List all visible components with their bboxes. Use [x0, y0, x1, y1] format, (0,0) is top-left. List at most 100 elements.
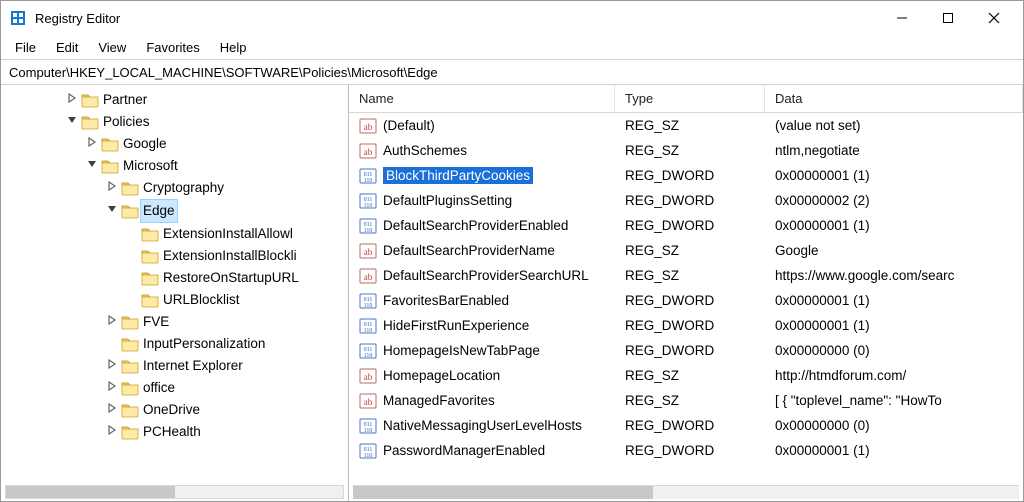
cell-type: REG_SZ — [615, 243, 765, 258]
expand-icon[interactable] — [105, 399, 119, 421]
column-header-data[interactable]: Data — [765, 85, 1023, 112]
list-row[interactable]: 011 110 HideFirstRunExperienceREG_DWORD0… — [349, 313, 1023, 338]
string-value-icon: ab — [359, 142, 377, 160]
folder-icon — [121, 358, 139, 374]
column-header-name[interactable]: Name — [349, 85, 615, 112]
folder-icon — [101, 136, 119, 152]
tree-item[interactable]: URLBlocklist — [1, 289, 348, 311]
tree-item[interactable]: Cryptography — [1, 177, 348, 199]
cell-data: Google — [765, 243, 1023, 258]
svg-text:ab: ab — [364, 372, 373, 382]
tree-item[interactable]: ExtensionInstallBlockli — [1, 245, 348, 267]
cell-data: 0x00000001 (1) — [765, 293, 1023, 308]
svg-text:110: 110 — [364, 178, 373, 184]
tree-item[interactable]: Policies — [1, 111, 348, 133]
folder-icon — [121, 203, 139, 219]
folder-icon — [81, 92, 99, 108]
tree-item-label: Internet Explorer — [143, 355, 243, 377]
list-row[interactable]: 011 110 DefaultPluginsSettingREG_DWORD0x… — [349, 188, 1023, 213]
tree-item[interactable]: Google — [1, 133, 348, 155]
list-row[interactable]: ab DefaultSearchProviderSearchURLREG_SZh… — [349, 263, 1023, 288]
list-body[interactable]: ab (Default)REG_SZ(value not set) ab Aut… — [349, 113, 1023, 485]
list-row[interactable]: 011 110 FavoritesBarEnabledREG_DWORD0x00… — [349, 288, 1023, 313]
expand-icon[interactable] — [105, 177, 119, 199]
tree[interactable]: Partner Policies Google Microsoft Crypto… — [1, 89, 348, 443]
tree-horizontal-scrollbar[interactable] — [5, 485, 344, 499]
cell-name: 011 110 DefaultSearchProviderEnabled — [349, 217, 615, 235]
window-title: Registry Editor — [35, 11, 879, 26]
tree-item[interactable]: Edge — [1, 199, 348, 223]
menu-bar: File Edit View Favorites Help — [1, 35, 1023, 59]
tree-item-label: Microsoft — [123, 155, 178, 177]
cell-type: REG_DWORD — [615, 168, 765, 183]
list-row[interactable]: ab DefaultSearchProviderName REG_SZGoogle — [349, 238, 1023, 263]
cell-type: REG_DWORD — [615, 443, 765, 458]
window-controls — [879, 3, 1017, 33]
list-header: Name Type Data — [349, 85, 1023, 113]
expand-icon[interactable] — [105, 377, 119, 399]
svg-text:ab: ab — [364, 147, 373, 157]
list-row[interactable]: ab HomepageLocationREG_SZhttp://htmdforu… — [349, 363, 1023, 388]
list-row[interactable]: ab (Default)REG_SZ(value not set) — [349, 113, 1023, 138]
menu-help[interactable]: Help — [210, 38, 257, 57]
list-row[interactable]: ab AuthSchemesREG_SZntlm,negotiate — [349, 138, 1023, 163]
value-name: DefaultSearchProviderName — [383, 243, 555, 258]
tree-item-label: URLBlocklist — [163, 289, 240, 311]
cell-name: ab ManagedFavorites — [349, 392, 615, 410]
tree-item[interactable]: Partner — [1, 89, 348, 111]
collapse-icon[interactable] — [65, 111, 79, 133]
svg-text:ab: ab — [364, 247, 373, 257]
maximize-button[interactable] — [925, 3, 971, 33]
list-horizontal-scrollbar[interactable] — [353, 485, 1019, 499]
menu-file[interactable]: File — [5, 38, 46, 57]
title-bar: Registry Editor — [1, 1, 1023, 35]
cell-data: 0x00000001 (1) — [765, 168, 1023, 183]
menu-favorites[interactable]: Favorites — [136, 38, 209, 57]
collapse-icon[interactable] — [85, 155, 99, 177]
expand-icon[interactable] — [105, 421, 119, 443]
string-value-icon: ab — [359, 267, 377, 285]
expand-icon[interactable] — [105, 355, 119, 377]
svg-text:110: 110 — [364, 453, 373, 459]
menu-view[interactable]: View — [88, 38, 136, 57]
minimize-button[interactable] — [879, 3, 925, 33]
tree-item[interactable]: Microsoft — [1, 155, 348, 177]
list-row[interactable]: 011 110 HomepageIsNewTabPageREG_DWORD0x0… — [349, 338, 1023, 363]
list-row[interactable]: 011 110 DefaultSearchProviderEnabledREG_… — [349, 213, 1023, 238]
list-row[interactable]: 011 110 NativeMessagingUserLevelHostsREG… — [349, 413, 1023, 438]
folder-icon — [121, 314, 139, 330]
close-button[interactable] — [971, 3, 1017, 33]
cell-name: ab DefaultSearchProviderSearchURL — [349, 267, 615, 285]
tree-item[interactable]: ExtensionInstallAllowl — [1, 223, 348, 245]
list-row[interactable]: ab ManagedFavoritesREG_SZ[ { "toplevel_n… — [349, 388, 1023, 413]
cell-name: 011 110 FavoritesBarEnabled — [349, 292, 615, 310]
svg-text:ab: ab — [364, 397, 373, 407]
folder-icon — [101, 158, 119, 174]
folder-icon — [121, 180, 139, 196]
tree-item[interactable]: InputPersonalization — [1, 333, 348, 355]
collapse-icon[interactable] — [105, 200, 119, 222]
tree-item-label: PCHealth — [143, 421, 201, 443]
address-bar[interactable]: Computer\HKEY_LOCAL_MACHINE\SOFTWARE\Pol… — [1, 59, 1023, 85]
list-row[interactable]: 011 110 PasswordManagerEnabledREG_DWORD0… — [349, 438, 1023, 463]
tree-item[interactable]: office — [1, 377, 348, 399]
tree-item[interactable]: PCHealth — [1, 421, 348, 443]
tree-item[interactable]: FVE — [1, 311, 348, 333]
expand-icon[interactable] — [65, 89, 79, 111]
tree-item[interactable]: OneDrive — [1, 399, 348, 421]
address-text: Computer\HKEY_LOCAL_MACHINE\SOFTWARE\Pol… — [9, 65, 438, 80]
cell-data: 0x00000000 (0) — [765, 343, 1023, 358]
tree-item[interactable]: RestoreOnStartupURL — [1, 267, 348, 289]
tree-item-label: Edge — [140, 199, 178, 223]
cell-type: REG_SZ — [615, 393, 765, 408]
menu-edit[interactable]: Edit — [46, 38, 88, 57]
expand-icon[interactable] — [105, 311, 119, 333]
list-row[interactable]: 011 110 BlockThirdPartyCookiesREG_DWORD0… — [349, 163, 1023, 188]
column-header-type[interactable]: Type — [615, 85, 765, 112]
cell-data: (value not set) — [765, 118, 1023, 133]
expand-icon[interactable] — [85, 133, 99, 155]
tree-item[interactable]: Internet Explorer — [1, 355, 348, 377]
string-value-icon: ab — [359, 367, 377, 385]
tree-item-label: InputPersonalization — [143, 333, 265, 355]
tree-item-label: Google — [123, 133, 167, 155]
